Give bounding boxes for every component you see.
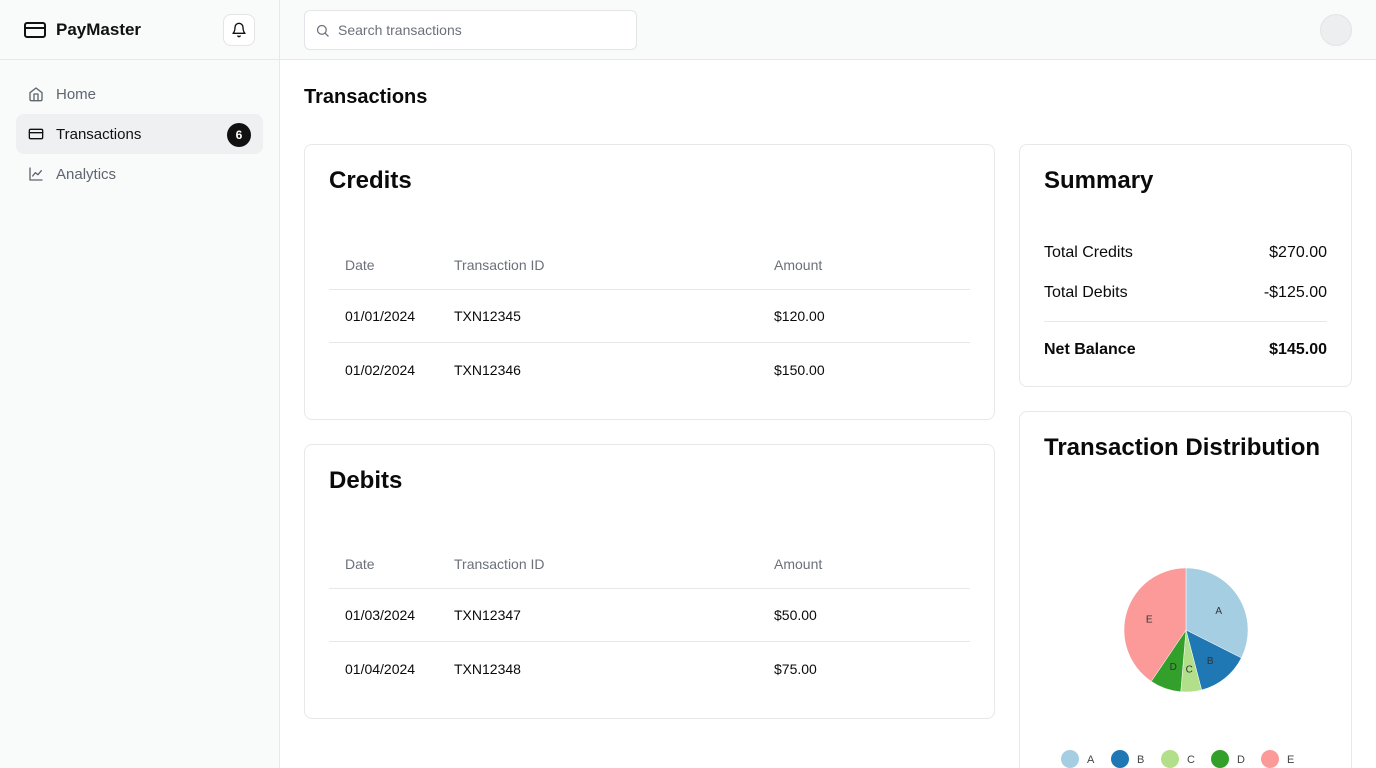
avatar[interactable] bbox=[1320, 14, 1352, 46]
cell-date: 01/04/2024 bbox=[345, 660, 416, 677]
cell-transaction-id: TXN12346 bbox=[454, 361, 521, 378]
search-box[interactable] bbox=[304, 10, 637, 50]
total-debits-value: -$125.00 bbox=[1263, 284, 1327, 301]
total-credits-row: Total Credits $270.00 bbox=[1044, 244, 1327, 262]
summary-divider bbox=[1044, 321, 1327, 322]
credits-table: Date Transaction ID Amount 01/01/2024 TX… bbox=[329, 240, 970, 396]
column-header-date: Date bbox=[345, 555, 375, 572]
sidebar-item-home[interactable]: Home bbox=[16, 74, 263, 114]
distribution-card: Transaction Distribution ABCDEABCDE bbox=[1019, 411, 1352, 768]
pie-slice-label: B bbox=[1207, 656, 1214, 667]
net-balance-label: Net Balance bbox=[1044, 341, 1136, 358]
line-chart-icon bbox=[28, 166, 44, 182]
cell-date: 01/02/2024 bbox=[345, 361, 416, 378]
legend-label: E bbox=[1287, 754, 1294, 766]
cell-amount: $120.00 bbox=[774, 308, 825, 324]
table-header-row: Date Transaction ID Amount bbox=[329, 539, 970, 589]
credits-card: Credits Date Transaction ID Amount 01/01… bbox=[304, 144, 995, 420]
distribution-title: Transaction Distribution bbox=[1044, 434, 1321, 461]
legend-swatch bbox=[1111, 750, 1129, 768]
legend-label: B bbox=[1137, 754, 1144, 766]
card-icon bbox=[24, 21, 46, 39]
table-row[interactable]: 01/04/2024 TXN12348 $75.00 bbox=[329, 642, 970, 695]
legend-swatch bbox=[1161, 750, 1179, 768]
cell-date: 01/01/2024 bbox=[345, 308, 416, 324]
credits-title: Credits bbox=[329, 167, 412, 194]
sidebar-item-label: Home bbox=[56, 85, 97, 103]
bell-icon bbox=[231, 22, 247, 38]
home-icon bbox=[28, 86, 44, 102]
cell-amount: $75.00 bbox=[774, 660, 817, 677]
sidebar-nav: Home Transactions 6 Analytics bbox=[0, 60, 279, 208]
distribution-pie-chart: ABCDEA B C D E bbox=[1061, 567, 1294, 768]
legend-swatch bbox=[1261, 750, 1279, 768]
sidebar-item-transactions[interactable]: Transactions 6 bbox=[16, 114, 263, 154]
legend-swatch bbox=[1061, 750, 1079, 768]
topbar bbox=[280, 0, 1376, 60]
debits-table: Date Transaction ID Amount 01/03/2024 TX… bbox=[329, 539, 970, 695]
table-row[interactable]: 01/02/2024 TXN12346 $150.00 bbox=[329, 343, 970, 396]
cell-transaction-id: TXN12348 bbox=[454, 660, 521, 677]
pie-slice-label: A bbox=[1215, 606, 1222, 617]
sidebar: PayMaster Home Transactions 6 Analytics bbox=[0, 0, 280, 768]
column-header-transaction-id: Transaction ID bbox=[454, 256, 545, 273]
notifications-button[interactable] bbox=[223, 13, 255, 46]
column-header-amount: Amount bbox=[774, 555, 823, 572]
count-badge: 6 bbox=[227, 123, 251, 147]
cell-transaction-id: TXN12347 bbox=[454, 607, 521, 623]
net-balance-value: $145.00 bbox=[1269, 341, 1327, 358]
column-header-date: Date bbox=[345, 256, 375, 273]
cell-transaction-id: TXN12345 bbox=[454, 308, 521, 324]
total-credits-label: Total Credits bbox=[1044, 244, 1133, 261]
sidebar-item-label: Analytics bbox=[56, 165, 117, 183]
cell-amount: $50.00 bbox=[774, 607, 817, 623]
total-debits-label: Total Debits bbox=[1044, 284, 1128, 301]
search-icon bbox=[315, 23, 330, 38]
column-header-amount: Amount bbox=[774, 256, 823, 273]
app-name: PayMaster bbox=[56, 19, 142, 39]
cell-date: 01/03/2024 bbox=[345, 607, 416, 623]
total-credits-value: $270.00 bbox=[1269, 244, 1327, 261]
table-header-row: Date Transaction ID Amount bbox=[329, 240, 970, 290]
legend-swatch bbox=[1211, 750, 1229, 768]
legend-label: D bbox=[1237, 754, 1245, 766]
table-row[interactable]: 01/01/2024 TXN12345 $120.00 bbox=[329, 290, 970, 343]
card-icon bbox=[28, 126, 44, 142]
pie-slice-label: C bbox=[1186, 664, 1193, 675]
page-title: Transactions bbox=[304, 86, 428, 108]
cell-amount: $150.00 bbox=[774, 361, 825, 378]
legend-label: C bbox=[1187, 754, 1195, 766]
sidebar-item-label: Transactions bbox=[56, 125, 142, 143]
debits-title: Debits bbox=[329, 467, 403, 494]
brand[interactable]: PayMaster bbox=[24, 20, 141, 40]
net-balance-row: Net Balance $145.00 bbox=[1044, 341, 1327, 359]
pie-slice-label: D bbox=[1170, 662, 1177, 673]
sidebar-item-analytics[interactable]: Analytics bbox=[16, 154, 263, 194]
total-debits-row: Total Debits -$125.00 bbox=[1044, 284, 1327, 302]
summary-card: Summary Total Credits $270.00 Total Debi… bbox=[1019, 144, 1352, 387]
brand-row: PayMaster bbox=[0, 0, 279, 60]
search-input[interactable] bbox=[338, 22, 618, 38]
legend-label: A bbox=[1087, 754, 1095, 766]
table-row[interactable]: 01/03/2024 TXN12347 $50.00 bbox=[329, 589, 970, 642]
debits-card: Debits Date Transaction ID Amount 01/03/… bbox=[304, 444, 995, 719]
summary-title: Summary bbox=[1044, 167, 1154, 194]
pie-slice-label: E bbox=[1146, 615, 1153, 626]
column-header-transaction-id: Transaction ID bbox=[454, 555, 545, 572]
